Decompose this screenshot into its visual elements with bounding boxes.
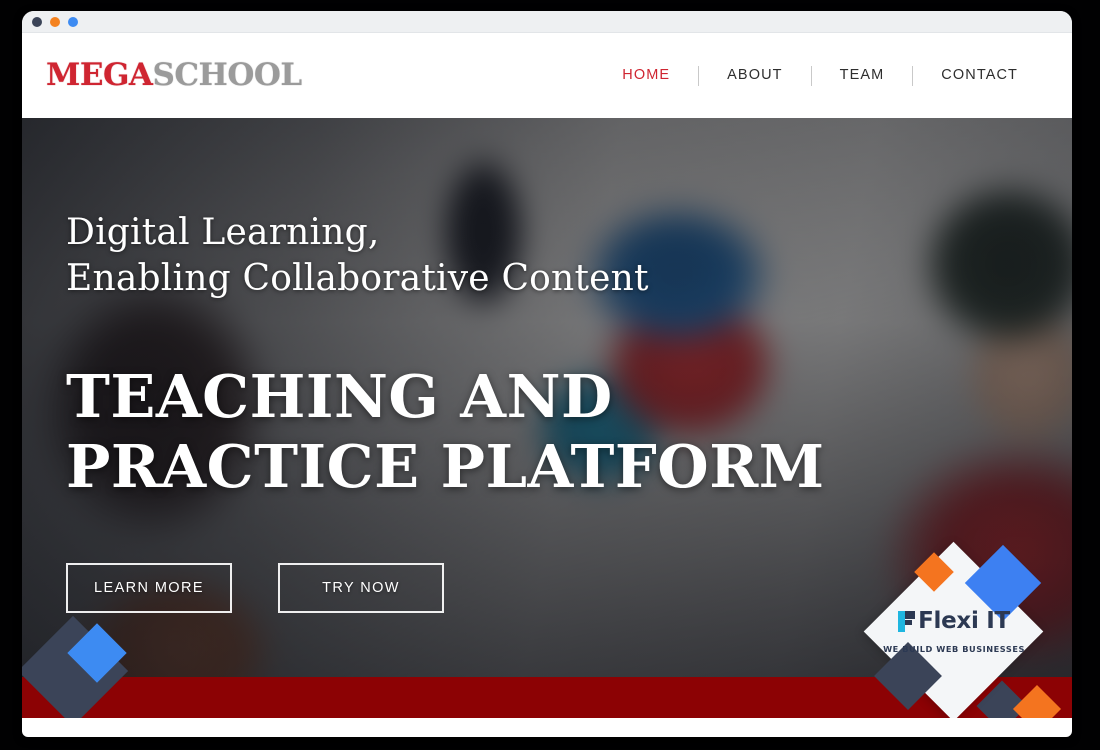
hero-subtitle-line-1: Digital Learning, <box>66 212 380 253</box>
badge-title: Flexi IT <box>898 610 1010 633</box>
badge-text-block: Flexi IT WE BUILD WEB BUSINESSES <box>878 610 1030 655</box>
flexi-f-mark-icon <box>898 611 916 632</box>
badge-tagline: WE BUILD WEB BUSINESSES <box>883 644 1025 654</box>
hero-section: Digital Learning, Enabling Collaborative… <box>22 118 1072 718</box>
hero-subtitle: Digital Learning, Enabling Collaborative… <box>66 210 1072 302</box>
hero-content: Digital Learning, Enabling Collaborative… <box>22 118 1072 614</box>
nav-item-about[interactable]: ABOUT <box>699 68 810 83</box>
desktop-backdrop: MEGA SCHOOL HOME ABOUT TEAM CONTACT Digit… <box>0 0 1100 750</box>
close-dot[interactable] <box>32 16 42 27</box>
hero-title: TEACHING AND PRACTICE PLATFORM <box>66 362 1072 501</box>
nav-item-contact[interactable]: CONTACT <box>913 68 1046 83</box>
browser-window: MEGA SCHOOL HOME ABOUT TEAM CONTACT Digit… <box>22 11 1072 737</box>
badge-title-text: Flexi IT <box>918 608 1010 634</box>
window-titlebar <box>22 11 1072 33</box>
logo-text-school: SCHOOL <box>152 57 302 93</box>
site-header: MEGA SCHOOL HOME ABOUT TEAM CONTACT <box>22 33 1072 118</box>
nav-item-home[interactable]: HOME <box>594 68 698 83</box>
hero-title-line-1: TEACHING AND <box>66 362 613 432</box>
minimize-dot[interactable] <box>50 16 60 27</box>
logo-text-mega: MEGA <box>46 57 153 93</box>
maximize-dot[interactable] <box>68 16 78 27</box>
learn-more-button[interactable]: LEARN MORE <box>66 563 232 614</box>
try-now-button[interactable]: TRY NOW <box>278 563 444 614</box>
nav-item-team[interactable]: TEAM <box>812 68 913 83</box>
hero-title-line-2: PRACTICE PLATFORM <box>66 431 825 501</box>
main-navigation: HOME ABOUT TEAM CONTACT <box>594 65 1046 86</box>
site-logo[interactable]: MEGA SCHOOL <box>46 60 302 91</box>
hero-subtitle-line-2: Enabling Collaborative Content <box>66 258 649 300</box>
flexi-it-badge[interactable]: Flexi IT WE BUILD WEB BUSINESSES <box>863 541 1058 718</box>
